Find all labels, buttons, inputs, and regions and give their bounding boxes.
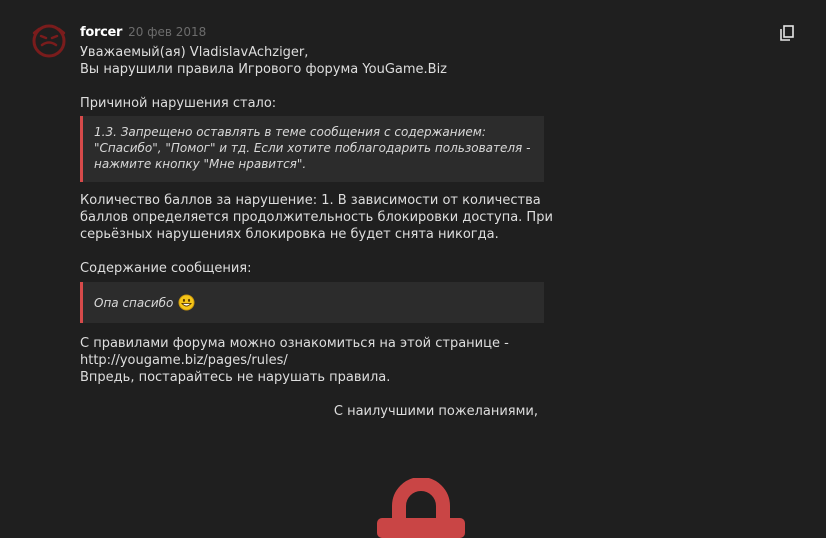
rule-quote-line: "Спасибо", "Помог" и тд. Если хотите поб… [94,141,531,155]
message-quote-text: Опа спасибо [94,295,174,310]
greeting-line: Уважаемый(ая) VladislavAchziger, [80,45,309,60]
forum-post: forcer 20 фев 2018 Уважаемый(ая) Vladisl… [0,0,826,452]
avatar-icon[interactable] [31,23,67,59]
signature-line: С наилучшими пожеланиями, [333,404,538,419]
copy-icon[interactable] [780,25,794,41]
rule-quote-line: нажмите кнопку "Мне нравится". [94,157,307,171]
rule-quote: 1.3. Запрещено оставлять в теме сообщени… [80,116,544,182]
reason-label: Причиной нарушения стало: [80,96,277,111]
violation-line: Вы нарушили правила Игрового форума YouG… [80,62,448,77]
rules-line: Впредь, постарайтесь не нарушать правила… [80,370,391,385]
post-header: forcer 20 фев 2018 [80,25,206,43]
rules-link[interactable]: http://yougame.biz/pages/rules/ [80,352,550,369]
post-body: Уважаемый(ая) VladislavAchziger, Вы нару… [80,44,553,420]
points-line: Количество баллов за нарушение: 1. В зав… [80,193,541,208]
message-quote: Опа спасибо [80,282,544,323]
author-name[interactable]: forcer [80,25,122,40]
points-line: баллов определяется продолжительность бл… [80,210,553,225]
grinning-smiley-icon [178,294,195,311]
points-line: серьёзных нарушениях блокировка не будет… [80,227,499,242]
lock-icon [377,478,465,538]
post-date[interactable]: 20 фев 2018 [128,25,206,39]
rule-quote-line: 1.3. Запрещено оставлять в теме сообщени… [94,125,486,139]
rules-line: С правилами форума можно ознакомиться на… [80,336,509,351]
content-label: Содержание сообщения: [80,261,252,276]
